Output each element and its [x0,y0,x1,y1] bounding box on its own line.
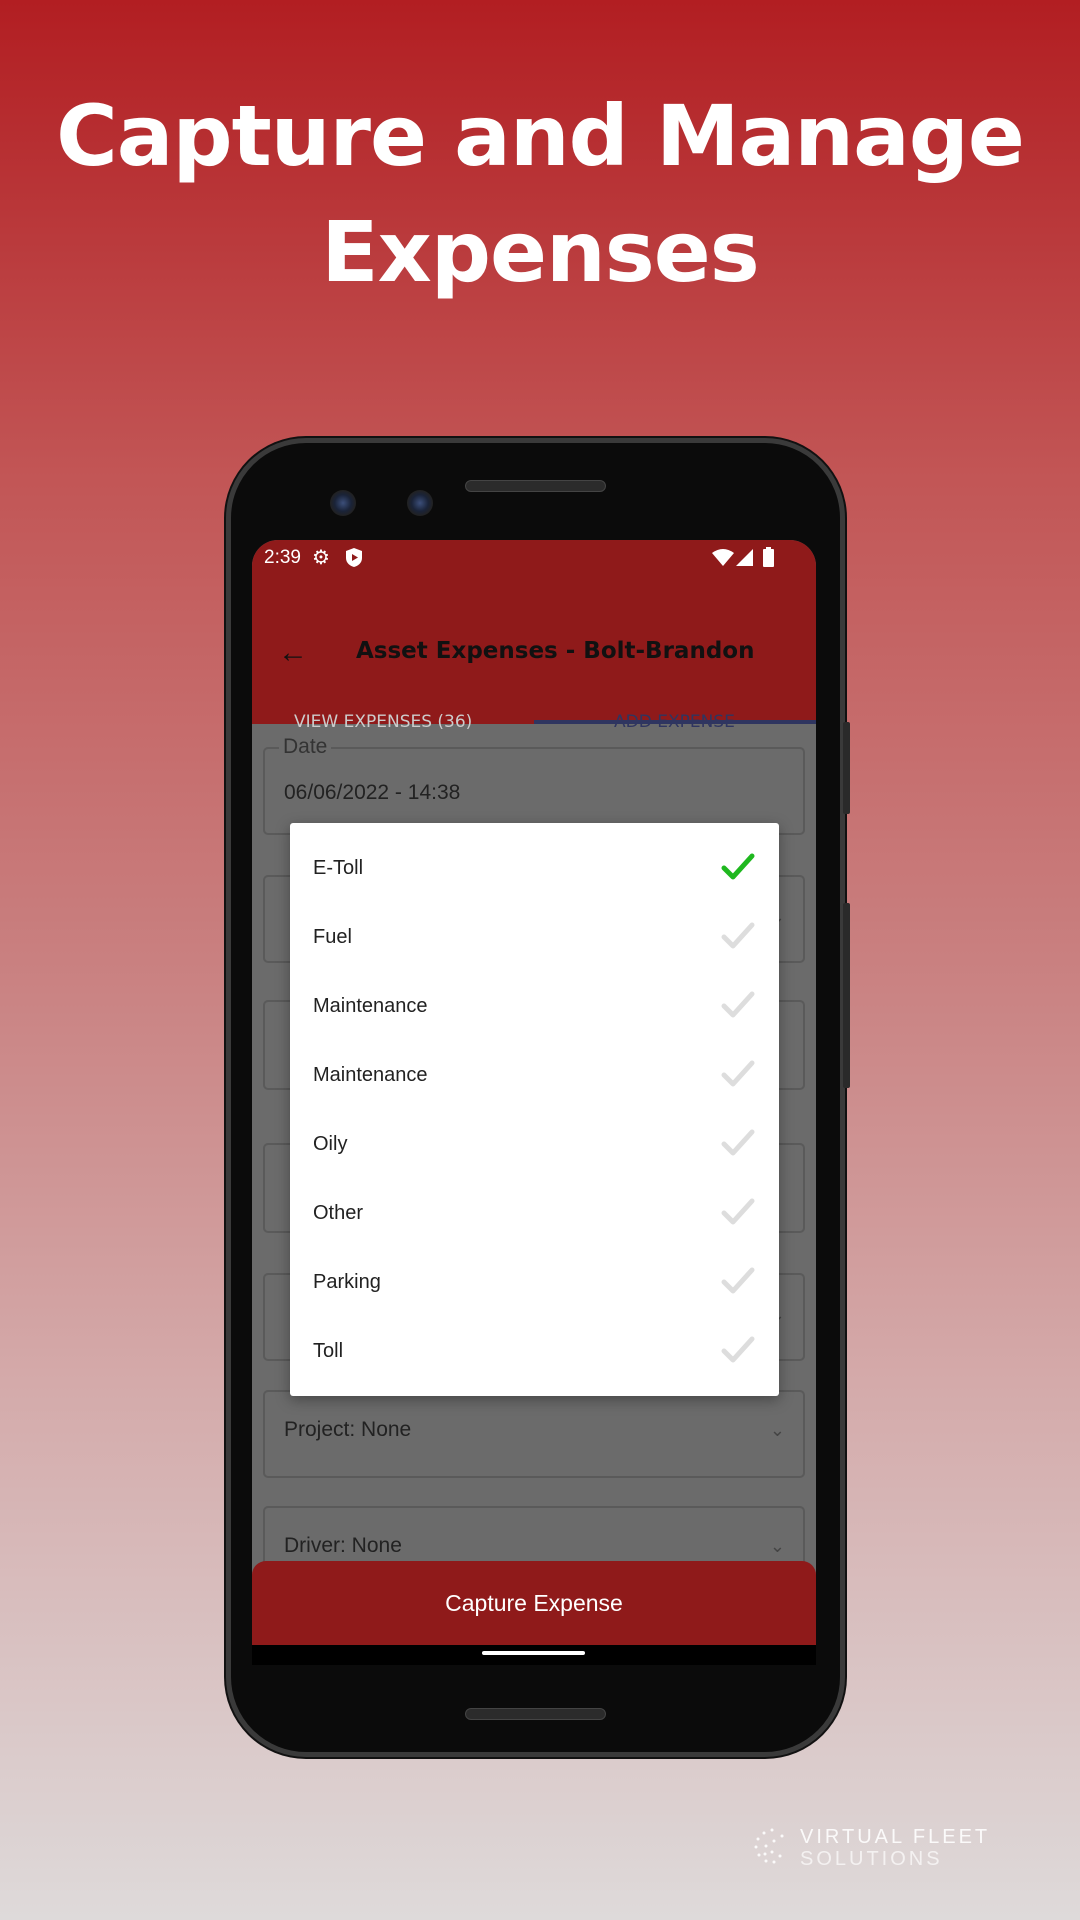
checkmark-icon [721,921,755,951]
option-label: Other [313,1202,364,1224]
checkmark-icon [721,1266,755,1296]
date-field[interactable]: Date 06/06/2022 - 14:38 [263,735,805,835]
home-gesture-pill[interactable] [482,1651,585,1655]
bottom-speaker [465,1708,606,1720]
date-value: 06/06/2022 - 14:38 [284,781,461,804]
signal-icon [736,549,753,566]
brand-dots-icon [754,1828,784,1864]
project-value: Project: None [284,1418,412,1441]
power-button [843,903,850,1088]
brand-line-1: VIRTUAL FLEET [800,1826,991,1848]
checkmark-icon [721,1059,755,1089]
tab-indicator [534,720,816,724]
option-label: Toll [313,1340,344,1362]
option-label: E-Toll [313,857,364,879]
dialog-option[interactable]: Fuel [290,903,779,972]
navigation-bar [252,1645,816,1665]
dialog-option[interactable]: Maintenance [290,1041,779,1110]
status-time: 2:39 [264,547,301,568]
headline: Capture and Manage Expenses [0,78,1080,310]
option-label: Parking [313,1271,381,1293]
capture-expense-button[interactable]: Capture Expense [252,1561,816,1645]
headline-line-2: Expenses [321,203,759,301]
front-camera-icon [330,490,356,516]
dialog-option[interactable]: Other [290,1179,779,1248]
dialog-option[interactable]: Oily [290,1110,779,1179]
project-field[interactable]: Project: None ⌄ [263,1390,805,1478]
dialog-option[interactable]: Maintenance [290,972,779,1041]
page-title: Asset Expenses - Bolt-Brandon [356,638,755,664]
checkmark-icon [721,1197,755,1227]
tab-view-expenses[interactable]: VIEW EXPENSES (36) [294,712,472,732]
shield-play-icon [346,548,362,567]
battery-icon [763,547,774,567]
front-sensor-icon [407,490,433,516]
dialog-option[interactable]: E-Toll [290,834,779,903]
option-label: Fuel [313,926,352,948]
checkmark-icon [721,990,755,1020]
option-label: Maintenance [313,995,428,1017]
headline-line-1: Capture and Manage [56,87,1025,185]
dialog-option[interactable]: Toll [290,1317,779,1386]
gear-icon: ⚙ [312,547,330,569]
chevron-down-icon: ⌄ [769,1420,785,1440]
checkmark-icon [721,1335,755,1365]
brand-line-2: SOLUTIONS [800,1848,943,1870]
checkmark-icon [721,1128,755,1158]
earpiece-speaker [465,480,606,492]
arrow-left-icon[interactable]: ← [278,636,308,670]
date-label: Date [279,735,332,759]
option-label: Oily [313,1133,348,1155]
status-bar: 2:39 ⚙ [252,540,816,576]
checkmark-icon [721,852,755,882]
volume-button [843,722,850,814]
brand-logo: VIRTUAL FLEET SOLUTIONS [754,1826,991,1870]
driver-value: Driver: None [284,1534,402,1557]
wifi-icon [712,549,734,566]
chevron-down-icon: ⌄ [769,1536,785,1556]
dialog-option[interactable]: Parking [290,1248,779,1317]
expense-type-dialog: E-Toll Fuel Maintenance Maintenance Oily Othe… [290,823,779,1396]
option-label: Maintenance [313,1064,428,1086]
app-bar: ← Asset Expenses - Bolt-Brandon VIEW EXP… [252,576,816,732]
